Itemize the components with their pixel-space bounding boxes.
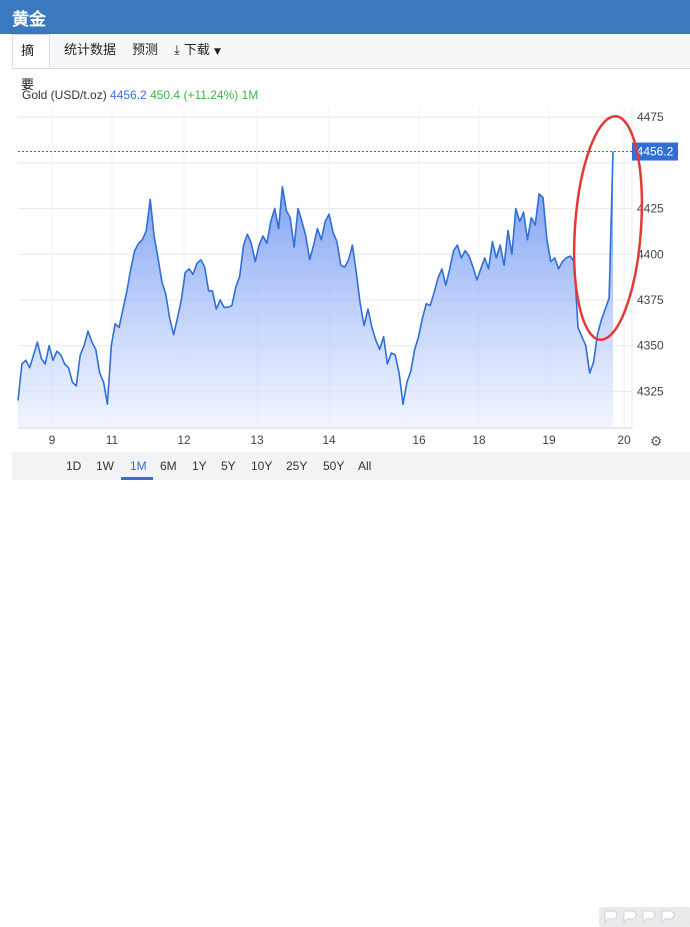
range-1y[interactable]: 1Y (192, 459, 207, 473)
y-tick-label: 4375 (637, 293, 664, 307)
gear-icon: ⚙ (650, 434, 663, 450)
range-selector: 1D 1W 1M 6M 1Y 5Y 10Y 25Y 50Y All (12, 452, 690, 927)
download-label: 下载 (183, 43, 210, 58)
range-1d[interactable]: 1D (66, 459, 81, 473)
range-1m[interactable]: 1M (130, 459, 147, 473)
watermark (599, 907, 690, 927)
x-tick-label: 14 (322, 433, 336, 447)
range-25y[interactable]: 25Y (286, 459, 307, 473)
range-5y[interactable]: 5Y (221, 459, 236, 473)
tab-forecast[interactable]: 预测 (132, 34, 158, 68)
y-tick-label: 4325 (637, 384, 664, 398)
range-50y[interactable]: 50Y (323, 459, 344, 473)
x-tick-label: 16 (412, 433, 426, 447)
x-tick-label: 19 (542, 433, 556, 447)
x-tick-label: 13 (250, 433, 264, 447)
y-tick-label: 4350 (637, 339, 664, 353)
tab-download[interactable]: ⤓ 下载 ▼ (174, 34, 221, 68)
last-price-label: 4456.2 (637, 145, 674, 159)
tab-summary[interactable]: 摘要 (12, 34, 50, 93)
range-all[interactable]: All (358, 459, 371, 473)
y-tick-label: 4400 (637, 247, 664, 261)
download-icon: ⤓ (174, 43, 180, 58)
range-1w[interactable]: 1W (96, 459, 114, 473)
range-10y[interactable]: 10Y (251, 459, 272, 473)
app-header: 黄金 (0, 0, 690, 34)
chevron-down-icon: ▼ (214, 47, 221, 57)
x-tick-label: 12 (177, 433, 191, 447)
x-tick-label: 9 (49, 433, 56, 447)
price-chart: 4325435043754400442544759 11 12 13 14 16 18 19 2… (17, 108, 678, 450)
tab-bar: 摘要 统计数据 预测 ⤓ 下载 ▼ (12, 34, 690, 93)
x-tick-label: 20 (617, 433, 631, 447)
range-6m[interactable]: 6M (160, 459, 177, 473)
page-title: 黄金 (12, 10, 46, 30)
y-tick-label: 4475 (637, 110, 664, 124)
x-tick-label: 11 (106, 433, 119, 447)
tab-statistics[interactable]: 统计数据 (64, 34, 116, 68)
price-area (18, 151, 613, 428)
x-tick-label: 18 (472, 433, 486, 447)
